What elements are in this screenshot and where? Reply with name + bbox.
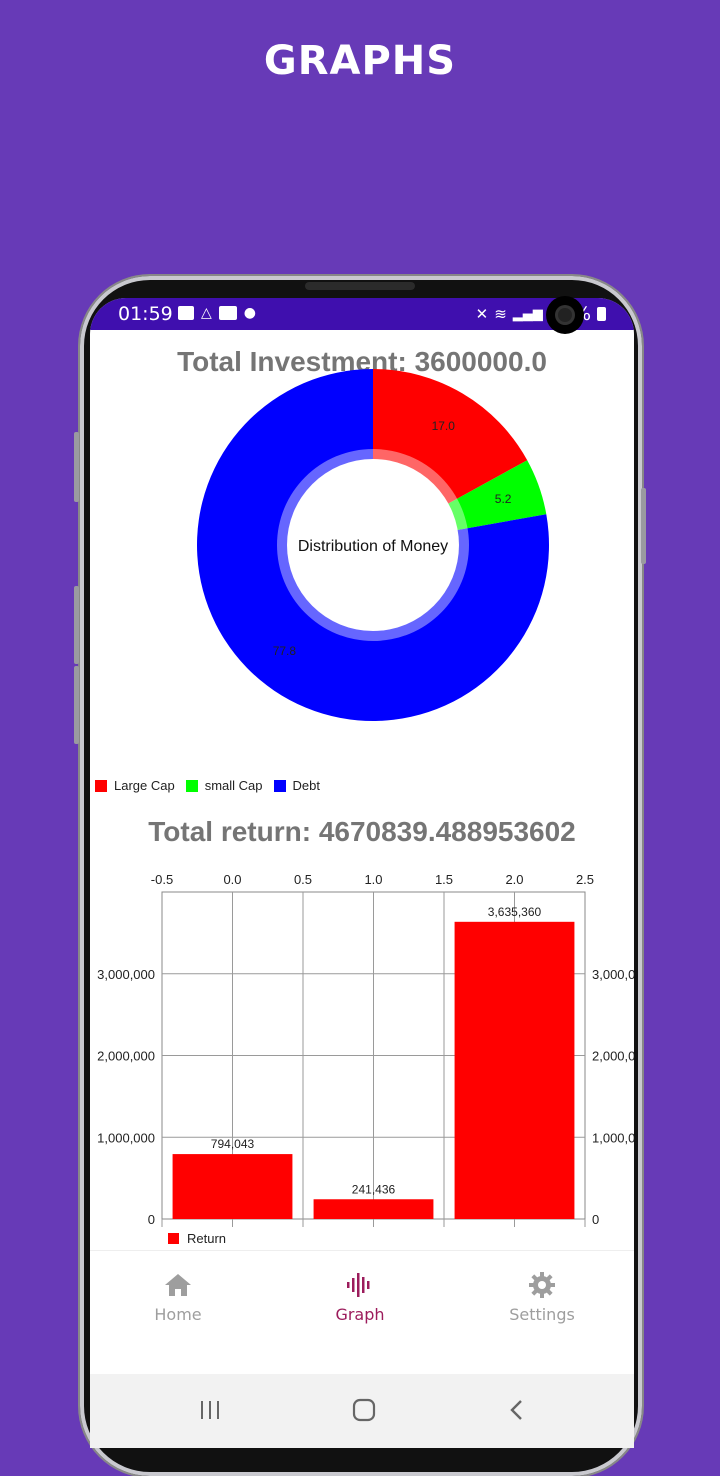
legend-large-cap: Large Cap [95,778,175,793]
bar-return-2 [454,921,575,1219]
bar-x-tick-label: 1.0 [364,872,382,887]
earpiece [305,282,415,290]
bar-y-tick-label-right: 1,000,0 [592,1130,634,1145]
bar-y-tick-label-right: 3,000,0 [592,967,634,982]
bar-y-tick-label-left: 2,000,000 [97,1049,155,1064]
legend-swatch-debt [273,779,286,792]
pie-legend: Large Cap small Cap Debt [95,778,331,793]
bar-x-tick-label: 0.0 [223,872,241,887]
legend-swatch-return [168,1233,179,1244]
legend-label-debt: Debt [292,778,320,793]
bar-value-label: 241,436 [352,1182,396,1196]
bottom-navigation: Home Graph Settings [90,1250,634,1347]
recent-apps-button[interactable] [195,1396,225,1424]
bar-x-tick-label: 0.5 [294,872,312,887]
page-title: GRAPHS [263,38,457,84]
pie-value-label-large-cap: 17.0 [432,419,456,433]
front-camera [546,296,584,334]
bar-y-tick-label-left: 0 [148,1212,155,1227]
bar-x-tick-label: 2.0 [505,872,523,887]
volume-down-button [74,586,79,664]
home-system-button[interactable] [349,1396,379,1424]
bar-x-tick-label: 2.5 [576,872,594,887]
return-bar-chart: -0.5 0.0 0.5 1.0 1.5 2.0 2.5 0 0 1,000,000 1,000,0… [97,872,634,1246]
pie-value-label-small-cap: 5.2 [495,492,512,506]
total-return-title: Total return: 4670839.488953602 [148,816,576,847]
nav-settings[interactable]: Settings [482,1271,602,1324]
back-button[interactable] [502,1396,532,1424]
recent-apps-icon [201,1401,219,1419]
nav-home[interactable]: Home [118,1271,238,1324]
bixby-button [74,666,79,744]
bar-y-tick-label-right: 2,000,0 [592,1049,634,1064]
legend-label-small-cap: small Cap [204,778,263,793]
bar-value-label: 3,635,360 [488,905,542,919]
graph-icon [300,1271,420,1299]
settings-icon [482,1271,602,1299]
legend-debt: Debt [273,778,320,793]
bar-return-1 [313,1199,434,1219]
bar-y-tick-label-right: 0 [592,1212,599,1227]
volume-up-button [74,432,79,502]
power-button [641,488,646,564]
phone-frame: 01:59 △ ● ✕ ≋ ▂▄▆ 66% Total Investment: … [74,276,646,1476]
nav-graph-label: Graph [335,1305,385,1324]
nav-home-label: Home [154,1305,202,1324]
back-icon [510,1400,522,1420]
home-system-icon [352,1398,376,1422]
legend-label-return: Return [187,1231,226,1246]
legend-swatch-large-cap [95,779,107,792]
bar-x-tick-label: -0.5 [151,872,173,887]
screen: 01:59 △ ● ✕ ≋ ▂▄▆ 66% Total Investment: … [90,298,634,1448]
bar-value-label: 794,043 [211,1137,255,1151]
pie-center-label: Distribution of Money [298,538,448,555]
distribution-pie-chart: 17.0 5.2 77.8 Distribution of Money [197,369,549,721]
bar-return-0 [172,1154,293,1219]
legend-label-large-cap: Large Cap [114,778,175,793]
legend-swatch-small-cap [185,779,198,792]
bar-y-tick-label-left: 1,000,000 [97,1130,155,1145]
nav-settings-label: Settings [509,1305,575,1324]
home-icon [118,1271,238,1299]
pie-value-label-debt: 77.8 [273,644,297,658]
nav-graph[interactable]: Graph [300,1271,420,1324]
bar-y-tick-label-left: 3,000,000 [97,967,155,982]
bar-x-tick-label: 1.5 [435,872,453,887]
legend-small-cap: small Cap [185,778,263,793]
system-navigation-bar [90,1374,634,1448]
